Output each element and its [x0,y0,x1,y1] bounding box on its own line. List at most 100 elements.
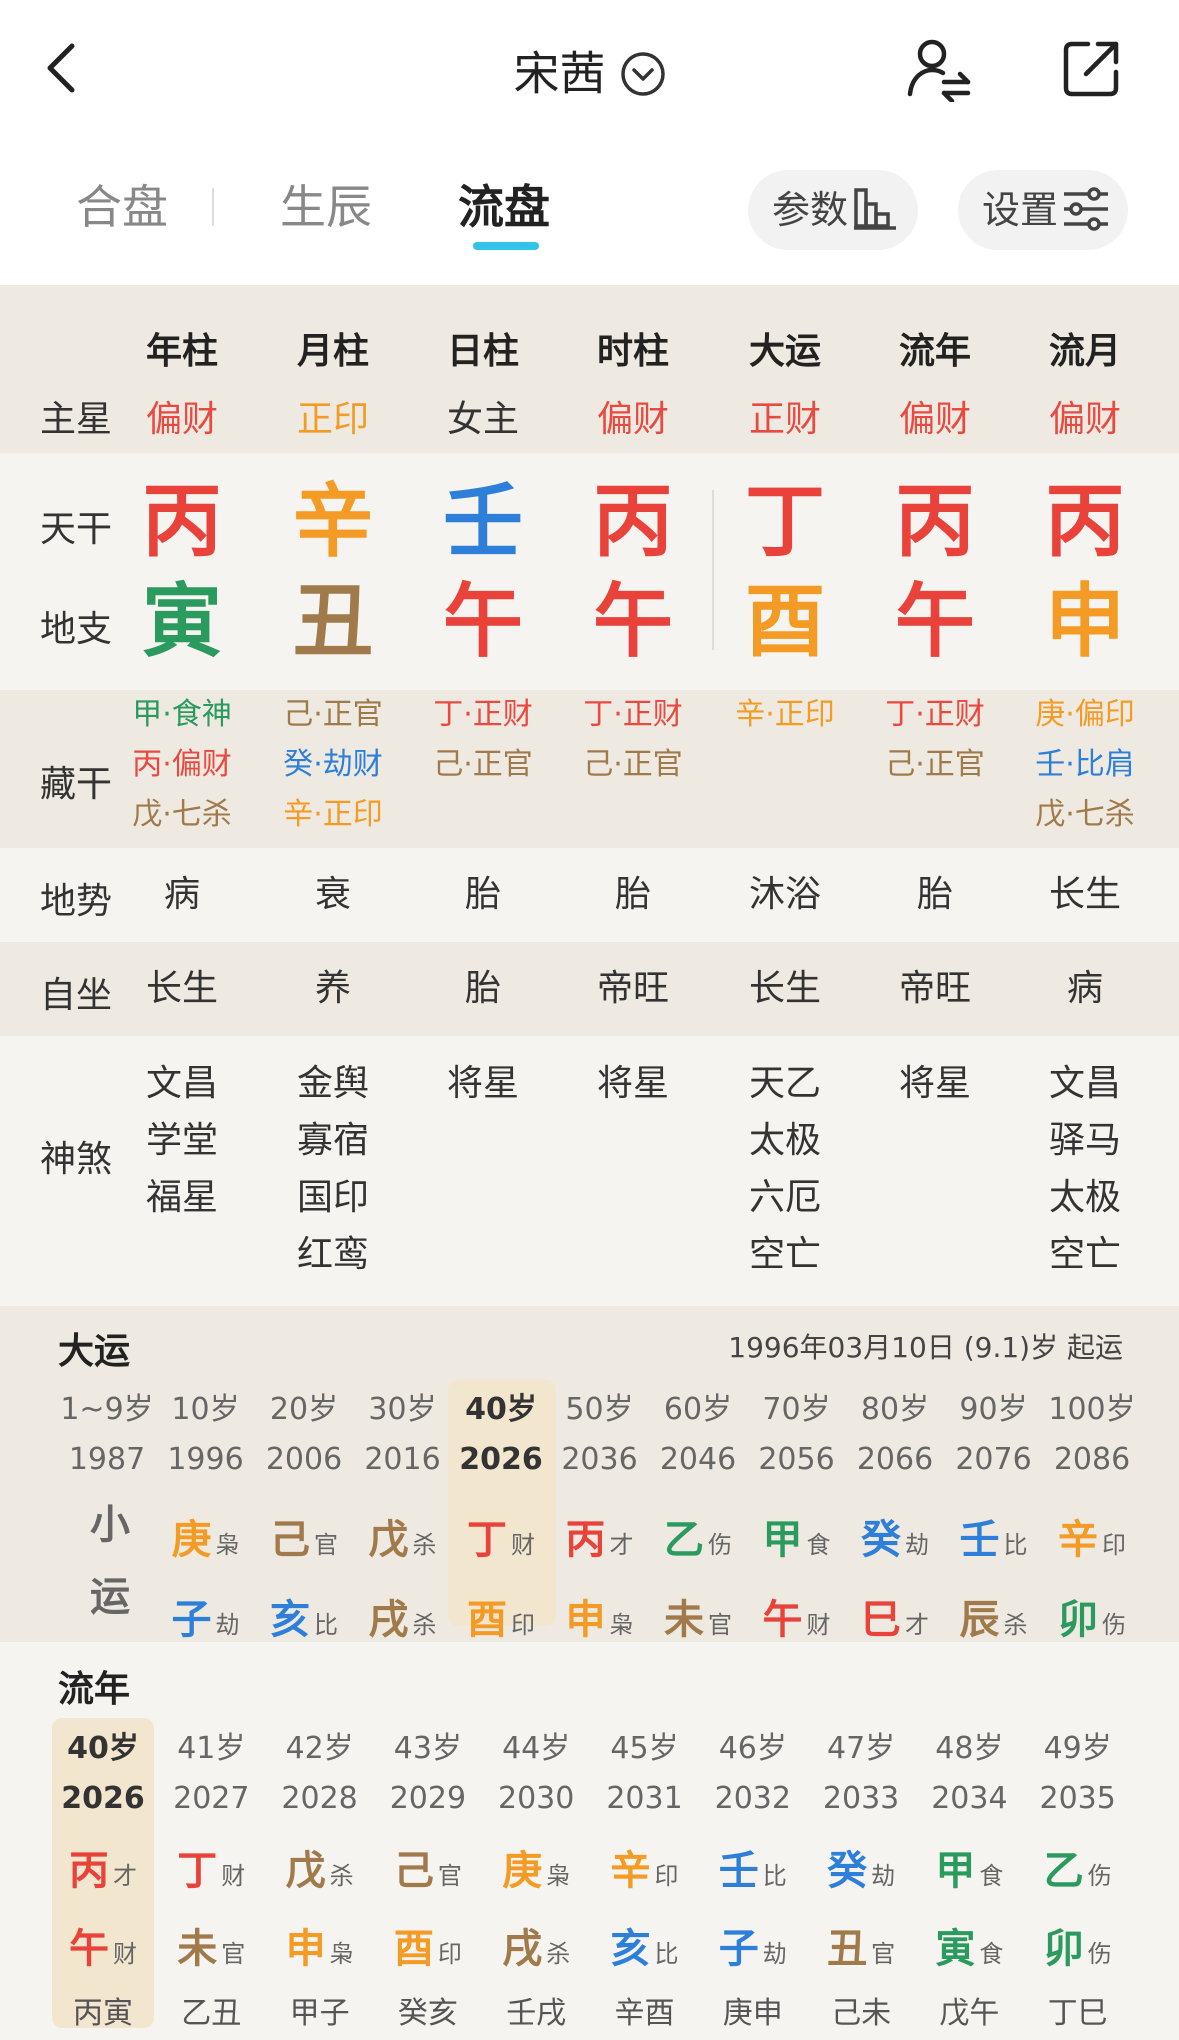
dayun-year: 2026 [459,1442,543,1477]
tab-liupan[interactable]: 流盘 [458,175,550,239]
dayun-gan: 丙才 [551,1507,649,1565]
dayun-zhi-char: 巳 [861,1597,901,1643]
dayun-gan-char: 丁 [467,1517,507,1563]
xiaoyun-label-2: 运 [90,1574,130,1620]
liunian-gan-tag: 劫 [871,1862,896,1890]
dayun-start-info: 1996年03月10日 (9.1)岁 起运 [728,1331,1123,1364]
dayun-age: 30岁 [368,1392,437,1427]
dishi-value: 胎 [916,874,953,915]
shensha-item: 文昌 [145,1063,218,1104]
dayun-zhi: 酉印 [452,1587,550,1645]
tab-divider [212,188,214,226]
liunian-gan-tag: 比 [762,1862,787,1890]
dayun-year: 2046 [659,1442,737,1477]
liunian-age: 44岁 [502,1731,571,1766]
liunian-gan-char: 庚 [502,1848,543,1894]
liunian-year: 2027 [173,1781,250,1816]
dayun-zhi-char: 申 [565,1597,606,1643]
liunian-year: 2032 [714,1781,791,1816]
shensha-item: 金舆 [296,1063,369,1104]
dayun-item[interactable]: 80岁 2066 癸劫巳才 [846,1385,944,1645]
liunian-age: 43岁 [393,1731,462,1766]
liunian-item[interactable]: 49岁 2035 乙伤卯伤丁巳 [1029,1724,1127,2032]
liunian-item[interactable]: 47岁 2033 癸劫丑官己未 [812,1724,910,2032]
liunian-zhi: 酉印 [379,1916,477,1974]
dayun-zhi-tag: 枭 [609,1611,634,1639]
dayun-item[interactable]: 20岁 2006 己官亥比 [255,1385,353,1645]
dayun-gan-tag: 劫 [905,1531,929,1559]
liunian-item[interactable]: 48岁 2034 甲食寅食戊午 [920,1724,1018,2032]
settings-button[interactable]: 设置 [958,170,1128,250]
canggan-item: 己·正官 [583,747,683,782]
label-dizhi: 地支 [40,609,113,650]
params-button[interactable]: 参数 [748,170,918,250]
dayun-gan-tag: 枭 [215,1531,240,1559]
sliders-icon [1064,187,1108,231]
tab-hepan[interactable]: 合盘 [76,175,168,239]
column-header: 时柱 [596,331,669,372]
dayun-zhi: 申枭 [551,1587,649,1645]
liunian-gan-tag: 财 [221,1862,246,1890]
dayun-zhi-char: 未 [664,1597,704,1643]
liunian-gan: 甲食 [920,1838,1018,1896]
settings-label: 设置 [982,188,1059,232]
liunian-zhi: 卯伤 [1029,1916,1127,1974]
dayun-item[interactable]: 40岁 2026 丁财酉印 [452,1385,550,1645]
liunian-xiaoyun: 丁巳 [1047,1996,1108,2031]
dayun-zhi-tag: 比 [314,1611,338,1639]
profile-title-selector[interactable]: 宋茜 [0,38,1179,106]
label-dishi: 地势 [40,881,113,922]
shensha-item: 国印 [296,1177,369,1218]
dayun-zhi: 卯伤 [1043,1587,1141,1645]
bar-chart-icon [854,188,896,230]
switch-user-icon[interactable] [906,36,972,102]
dayun-item[interactable]: 1~9岁 1987 [58,1385,156,1485]
dayun-zhi-tag: 官 [708,1611,732,1639]
label-shensha: 神煞 [40,1139,113,1180]
label-zizuo: 自坐 [40,975,113,1016]
liunian-xiaoyun: 庚申 [722,1996,783,2031]
liunian-year: 2035 [1039,1781,1116,1816]
liunian-age: 49岁 [1043,1731,1112,1766]
liunian-item[interactable]: 45岁 2031 辛印亥比辛酉 [596,1724,694,2032]
liunian-gan-char: 戊 [285,1848,326,1894]
liunian-zhi-char: 卯 [1043,1926,1084,1972]
dayun-item[interactable]: 50岁 2036 丙才申枭 [551,1385,649,1645]
liunian-item[interactable]: 42岁 2028 戊杀申枭甲子 [271,1724,369,2032]
dayun-zhi-tag: 才 [905,1611,929,1639]
dayun-item[interactable]: 30岁 2016 戊杀戌杀 [354,1385,452,1645]
params-label: 参数 [772,188,849,232]
shensha-item: 福星 [145,1177,218,1218]
tab-shengchen[interactable]: 生辰 [280,175,372,239]
liunian-title: 流年 [58,1669,131,1710]
liunian-item[interactable]: 46岁 2032 壬比子劫庚申 [704,1724,802,2032]
dishi-value: 衰 [314,874,351,915]
liunian-item[interactable]: 43岁 2029 己官酉印癸亥 [379,1724,477,2032]
liunian-year: 2029 [389,1781,467,1816]
main-star: 偏财 [1048,399,1121,440]
zizuo-value: 养 [314,968,351,1009]
shensha-item: 将星 [898,1063,971,1104]
liunian-item[interactable]: 41岁 2027 丁财未官乙丑 [162,1724,260,2032]
dayun-gan-char: 辛 [1058,1517,1098,1563]
dayun-item[interactable]: 100岁 2086 辛印卯伤 [1043,1385,1141,1645]
liunian-zhi-char: 酉 [393,1926,434,1972]
zizuo-value: 帝旺 [898,968,971,1009]
shensha-item: 太极 [748,1120,821,1161]
dayun-item[interactable]: 70岁 2056 甲食午财 [748,1385,846,1645]
dizhi-char: 午 [443,575,523,668]
dayun-zhi: 戌杀 [354,1587,452,1645]
dayun-year: 2006 [265,1442,343,1477]
dayun-gan-tag: 比 [1003,1531,1028,1559]
dayun-item[interactable]: 90岁 2076 壬比辰杀 [945,1385,1043,1645]
liunian-item[interactable]: 44岁 2030 庚枭戌杀壬戌 [487,1724,585,2032]
profile-name: 宋茜 [513,46,606,101]
liunian-item[interactable]: 40岁 2026 丙才午财丙寅 [54,1724,152,2032]
shensha-item: 将星 [446,1063,519,1104]
canggan-item: 壬·比肩 [1035,747,1135,782]
dayun-item[interactable]: 60岁 2046 乙伤未官 [649,1385,747,1645]
tiangan-char: 丙 [142,475,222,568]
dayun-item[interactable]: 10岁 1996 庚枭子劫 [157,1385,255,1645]
liunian-age: 48岁 [935,1731,1004,1766]
share-icon[interactable] [1058,36,1124,102]
